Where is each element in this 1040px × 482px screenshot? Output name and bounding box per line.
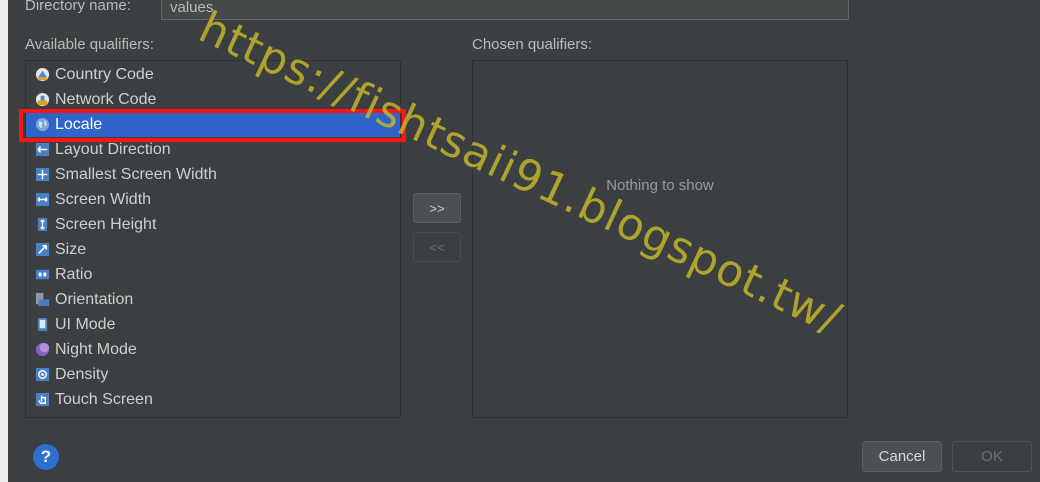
qualifier-screen-height[interactable]: Screen Height — [26, 212, 400, 237]
qualifier-label: Locale — [55, 115, 103, 133]
screen-width-icon — [35, 192, 50, 207]
qualifier-label: Touch Screen — [55, 390, 153, 408]
qualifier-label: Size — [55, 240, 87, 258]
size-icon — [35, 242, 50, 257]
qualifier-country-code[interactable]: Country Code — [26, 62, 400, 87]
qualifier-density[interactable]: Density — [26, 362, 400, 387]
qualifier-label: Screen Height — [55, 215, 157, 233]
night-mode-icon — [35, 342, 50, 357]
directory-name-row: Directory name: — [8, 0, 1040, 24]
qualifier-layout-direction[interactable]: Layout Direction — [26, 137, 400, 162]
qualifier-ratio[interactable]: Ratio — [26, 262, 400, 287]
qualifier-label: Orientation — [55, 290, 134, 308]
qualifier-size[interactable]: Size — [26, 237, 400, 262]
qualifier-smallest-screen-width[interactable]: Smallest Screen Width — [26, 162, 400, 187]
cancel-button[interactable]: Cancel — [862, 441, 942, 472]
layout-direction-icon — [35, 142, 50, 157]
qualifier-orientation[interactable]: Orientation — [26, 287, 400, 312]
available-qualifiers-list[interactable]: Country Code Network Code Locale Layout … — [25, 60, 401, 418]
remove-qualifier-button[interactable]: << — [413, 232, 461, 262]
qualifier-night-mode[interactable]: Night Mode — [26, 337, 400, 362]
ratio-icon — [35, 267, 50, 282]
ui-mode-icon — [35, 317, 50, 332]
network-code-icon — [35, 92, 50, 107]
qualifier-label: Density — [55, 365, 109, 383]
smallest-width-icon — [35, 167, 50, 182]
qualifier-ui-mode[interactable]: UI Mode — [26, 312, 400, 337]
ok-button[interactable]: OK — [952, 441, 1032, 472]
qualifier-screen-width[interactable]: Screen Width — [26, 187, 400, 212]
available-qualifiers-label: Available qualifiers: — [25, 36, 154, 53]
directory-name-label: Directory name: — [25, 0, 131, 14]
touch-screen-icon — [35, 392, 50, 407]
country-code-icon — [35, 67, 50, 82]
globe-icon — [35, 117, 50, 132]
add-qualifier-button[interactable]: >> — [413, 193, 461, 223]
qualifier-locale[interactable]: Locale — [26, 112, 400, 137]
qualifier-touch-screen[interactable]: Touch Screen — [26, 387, 400, 412]
new-resource-directory-dialog: Directory name: Available qualifiers: Ch… — [8, 0, 1040, 482]
qualifier-network-code[interactable]: Network Code — [26, 87, 400, 112]
qualifier-label: Network Code — [55, 90, 157, 108]
chosen-qualifiers-list[interactable]: Nothing to show — [472, 60, 848, 418]
qualifier-label: Night Mode — [55, 340, 137, 358]
density-icon — [35, 367, 50, 382]
screen-height-icon — [35, 217, 50, 232]
qualifier-label: Country Code — [55, 65, 154, 83]
qualifier-label: Screen Width — [55, 190, 152, 208]
qualifier-label: Layout Direction — [55, 140, 171, 158]
empty-state-text: Nothing to show — [606, 177, 714, 194]
directory-name-input[interactable] — [161, 0, 849, 20]
qualifier-label: Smallest Screen Width — [55, 165, 217, 183]
orientation-icon — [35, 292, 50, 307]
chosen-qualifiers-label: Chosen qualifiers: — [472, 36, 593, 53]
qualifier-label: Ratio — [55, 265, 93, 283]
qualifier-label: UI Mode — [55, 315, 116, 333]
help-icon[interactable]: ? — [33, 444, 59, 470]
